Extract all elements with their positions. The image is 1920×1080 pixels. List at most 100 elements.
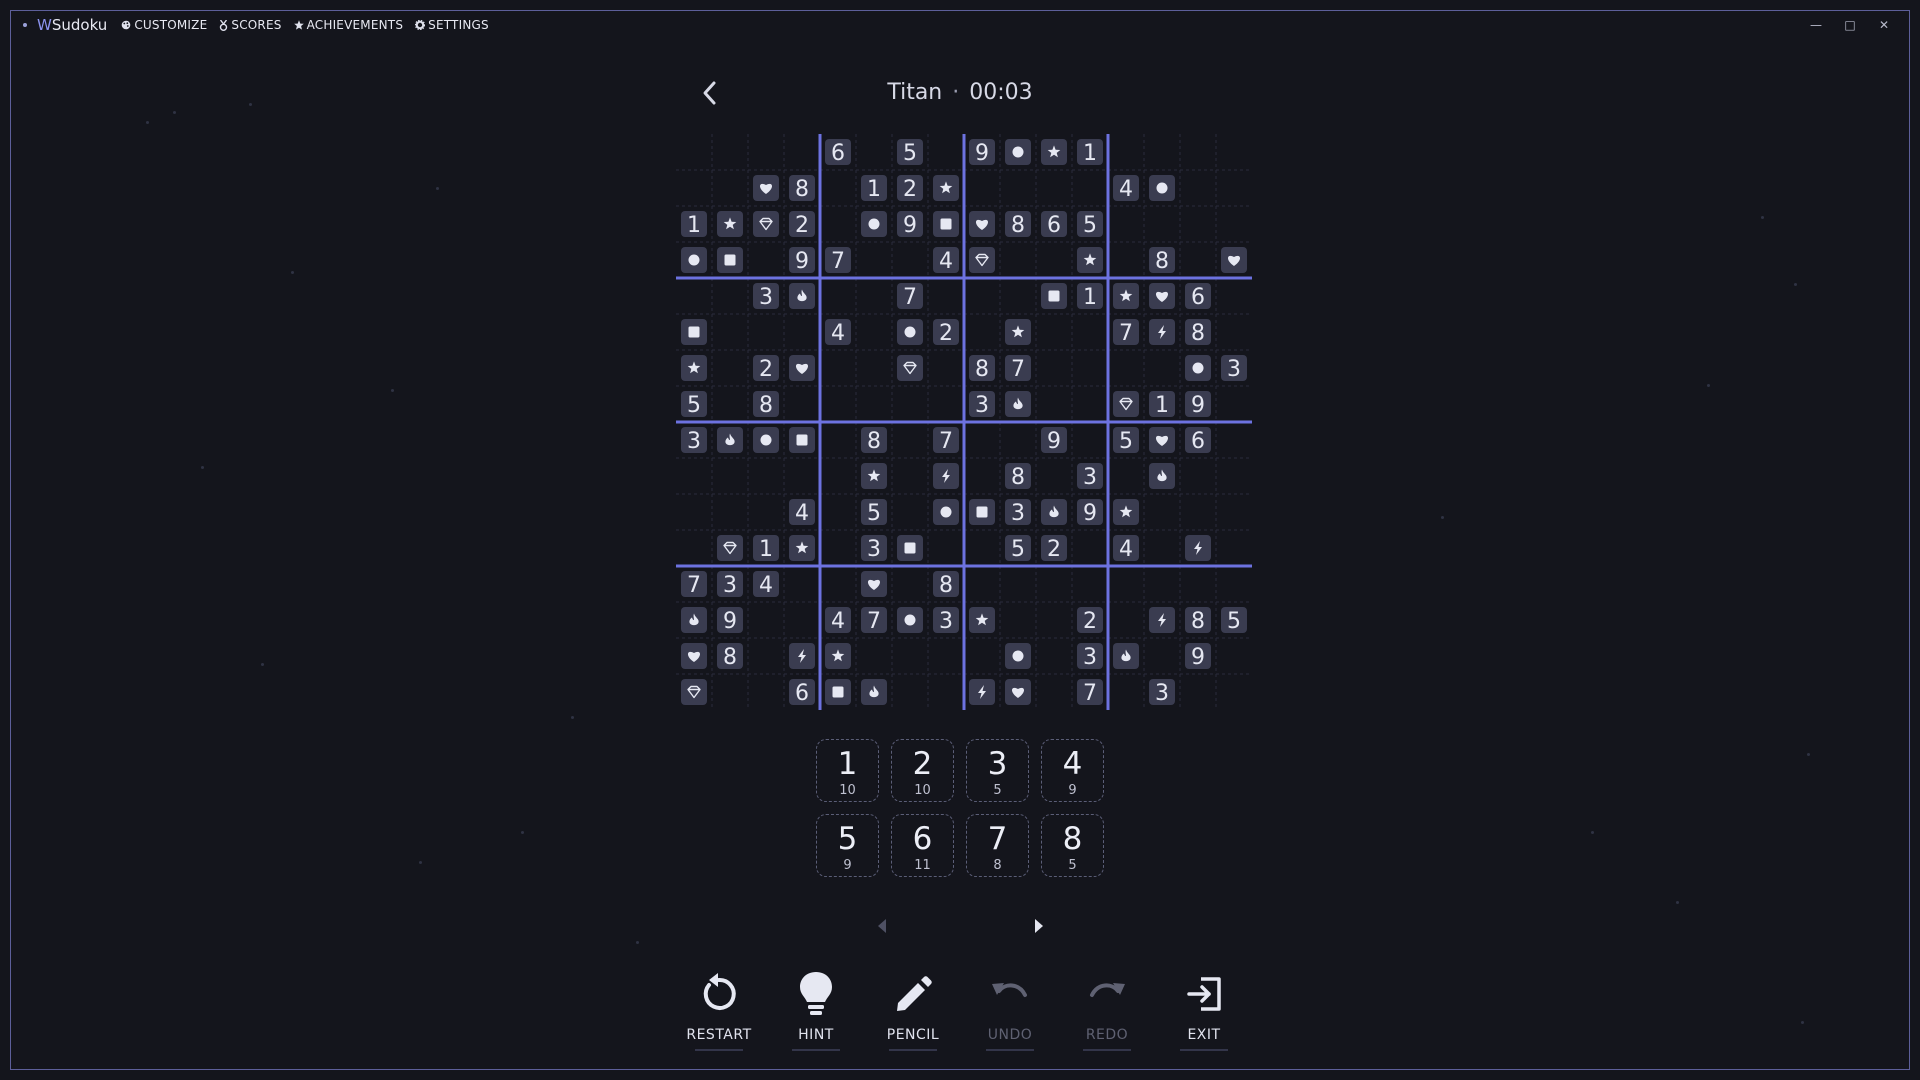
board-cell[interactable] [1113,643,1139,669]
board-cell[interactable] [897,319,923,345]
board-cell[interactable] [681,679,707,705]
board-cell[interactable]: 4 [753,571,779,598]
board-cell[interactable] [969,607,995,633]
board-cell[interactable] [861,571,887,597]
board-cell[interactable] [1041,139,1067,165]
board-cell[interactable]: 2 [897,175,923,202]
board-cell[interactable] [1041,283,1067,309]
board-cell[interactable] [753,211,779,237]
board-cell[interactable] [861,211,887,237]
board-cell[interactable] [969,499,995,525]
board-cell[interactable] [897,607,923,633]
board-cell[interactable]: 8 [969,355,995,382]
board-cell[interactable]: 8 [717,643,743,670]
board-cell[interactable]: 3 [1221,355,1247,382]
board-cell[interactable]: 1 [1077,283,1103,310]
minimize-button[interactable]: — [1799,18,1833,32]
board-cell[interactable]: 6 [1185,283,1211,310]
board-cell[interactable] [1221,247,1247,273]
board-cell[interactable]: 9 [1077,499,1103,526]
board-cell[interactable]: 4 [1113,175,1139,202]
board-cell[interactable] [717,211,743,237]
board-cell[interactable] [789,283,815,309]
board-cell[interactable]: 3 [969,391,995,418]
board-cell[interactable] [753,175,779,201]
menu-scores[interactable]: SCORES [219,18,281,32]
board-cell[interactable] [789,535,815,561]
board-cell[interactable]: 4 [789,499,815,526]
board-cell[interactable]: 6 [1041,211,1067,238]
board-cell[interactable]: 3 [717,571,743,598]
number-key-6[interactable]: 6 11 [891,814,954,877]
board-cell[interactable] [825,679,851,705]
board-cell[interactable]: 9 [969,139,995,166]
board-cell[interactable] [1149,283,1175,309]
board-cell[interactable]: 2 [1041,535,1067,562]
menu-customize[interactable]: CUSTOMIZE [121,18,207,32]
board-cell[interactable]: 7 [933,427,959,454]
board-cell[interactable] [861,679,887,705]
board-cell[interactable]: 1 [861,175,887,202]
board-cell[interactable]: 8 [789,175,815,202]
board-cell[interactable]: 4 [1113,535,1139,562]
redo-button[interactable]: REDO [1062,971,1152,1051]
board-cell[interactable] [789,643,815,669]
number-key-5[interactable]: 59 [816,814,879,877]
number-key-8[interactable]: 85 [1041,814,1104,877]
board-cell[interactable] [1077,247,1103,273]
board-cell[interactable]: 3 [1005,499,1031,526]
board-cell[interactable] [1005,679,1031,705]
board-cell[interactable]: 3 [1149,679,1175,706]
number-key-4[interactable]: 49 [1041,739,1104,802]
board-cell[interactable]: 8 [933,571,959,598]
board-cell[interactable]: 1 [1149,391,1175,418]
board-cell[interactable] [933,463,959,489]
number-key-7[interactable]: 78 [966,814,1029,877]
board-cell[interactable]: 7 [825,247,851,274]
board-cell[interactable] [717,427,743,453]
exit-button[interactable]: EXIT [1159,971,1249,1051]
board-cell[interactable]: 3 [1077,643,1103,670]
board-cell[interactable]: 4 [933,247,959,274]
board-cell[interactable] [717,535,743,561]
board-cell[interactable]: 1 [753,535,779,562]
board-cell[interactable] [1185,535,1211,561]
board-cell[interactable] [681,607,707,633]
board-cell[interactable]: 7 [861,607,887,634]
board-cell[interactable] [1113,391,1139,417]
board-cell[interactable]: 8 [1005,211,1031,238]
board-cell[interactable] [1113,283,1139,309]
board-cell[interactable]: 2 [753,355,779,382]
board-cell[interactable]: 3 [1077,463,1103,490]
board-cell[interactable]: 2 [1077,607,1103,634]
board-cell[interactable] [1005,319,1031,345]
board-cell[interactable] [969,211,995,237]
board-cell[interactable] [897,355,923,381]
board-cell[interactable] [1005,391,1031,417]
board-cell[interactable] [933,211,959,237]
number-key-3[interactable]: 35 [966,739,1029,802]
board-cell[interactable] [681,355,707,381]
board-cell[interactable]: 3 [753,283,779,310]
board-cell[interactable]: 9 [1185,643,1211,670]
board-cell[interactable] [1149,175,1175,201]
board-cell[interactable]: 3 [933,607,959,634]
maximize-button[interactable]: □ [1833,18,1867,32]
prev-page-icon[interactable] [873,916,893,936]
board-cell[interactable] [1149,427,1175,453]
hint-button[interactable]: HINT [771,971,861,1051]
board-cell[interactable] [1041,499,1067,525]
close-button[interactable]: ✕ [1867,18,1901,32]
board-cell[interactable]: 7 [897,283,923,310]
board-cell[interactable]: 6 [825,139,851,166]
pencil-button[interactable]: PENCIL [868,971,958,1051]
menu-achievements[interactable]: ACHIEVEMENTS [293,18,404,32]
board-cell[interactable] [1149,463,1175,489]
menu-settings[interactable]: SETTINGS [415,18,489,32]
board-cell[interactable]: 9 [789,247,815,274]
board-cell[interactable]: 7 [1077,679,1103,706]
board-cell[interactable] [969,679,995,705]
board-cell[interactable]: 3 [681,427,707,454]
board-cell[interactable] [789,427,815,453]
board-cell[interactable]: 7 [1005,355,1031,382]
